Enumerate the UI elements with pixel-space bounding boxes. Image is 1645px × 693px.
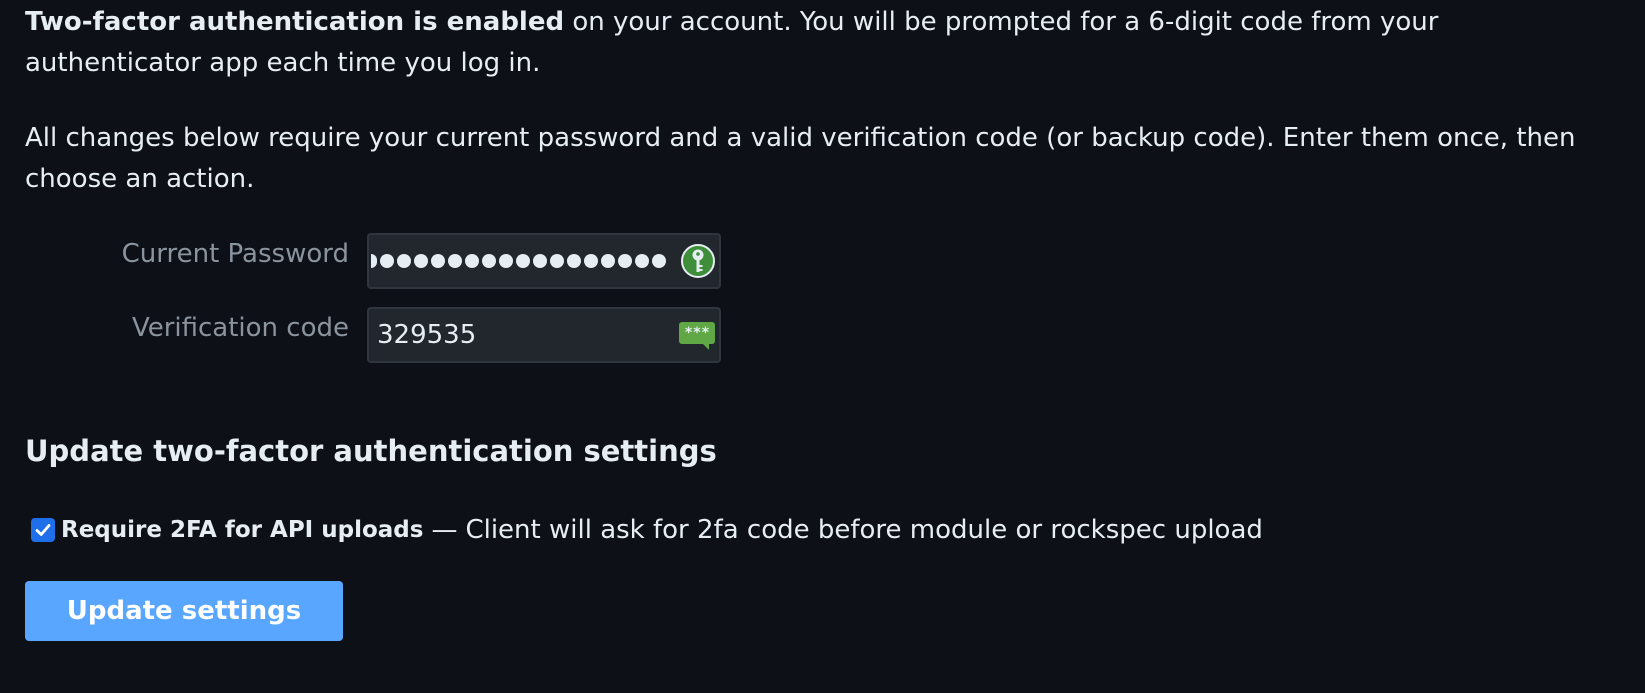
require-2fa-api-label[interactable]: Require 2FA for API uploads [61,517,423,543]
current-password-input[interactable] [367,233,721,289]
verification-label: Verification code [131,313,349,343]
status-bold-text: Two-factor authentication is enabled [25,7,565,37]
instructions-paragraph: All changes below require your current p… [25,123,1576,194]
password-dot [397,254,411,268]
password-dot [371,254,377,268]
password-dot [601,254,615,268]
password-row: Current Password [0,233,721,289]
verification-row: Verification code 329535 *** [0,307,721,363]
password-dot [448,254,462,268]
password-dot [465,254,479,268]
two-factor-settings-page: Two-factor authentication is enabled on … [0,0,1645,693]
password-label: Current Password [121,239,349,269]
verification-code-input[interactable]: 329535 *** [367,307,721,363]
password-dot [499,254,513,268]
option-separator: — [431,515,458,545]
password-dot [567,254,581,268]
password-dot [482,254,496,268]
password-dot [652,254,666,268]
require-2fa-api-description: Client will ask for 2fa code before modu… [465,515,1263,545]
key-icon[interactable] [681,244,715,278]
password-dot [380,254,394,268]
password-dot [635,254,649,268]
section-title: Update two-factor authentication setting… [25,434,717,468]
require-2fa-api-option: Require 2FA for API uploads — Client wil… [31,515,1263,545]
status-paragraph: Two-factor authentication is enabled on … [25,2,1615,84]
password-dot [431,254,445,268]
password-dot [414,254,428,268]
require-2fa-api-checkbox[interactable] [31,518,55,542]
password-mask [371,254,666,268]
autofill-code-icon[interactable]: *** [679,322,715,350]
password-dot [584,254,598,268]
verification-code-value: 329535 [377,320,477,350]
update-settings-button[interactable]: Update settings [25,581,343,641]
password-dot [516,254,530,268]
password-dot [618,254,632,268]
checkmark-icon [35,524,51,536]
password-dot [533,254,547,268]
password-dot [550,254,564,268]
